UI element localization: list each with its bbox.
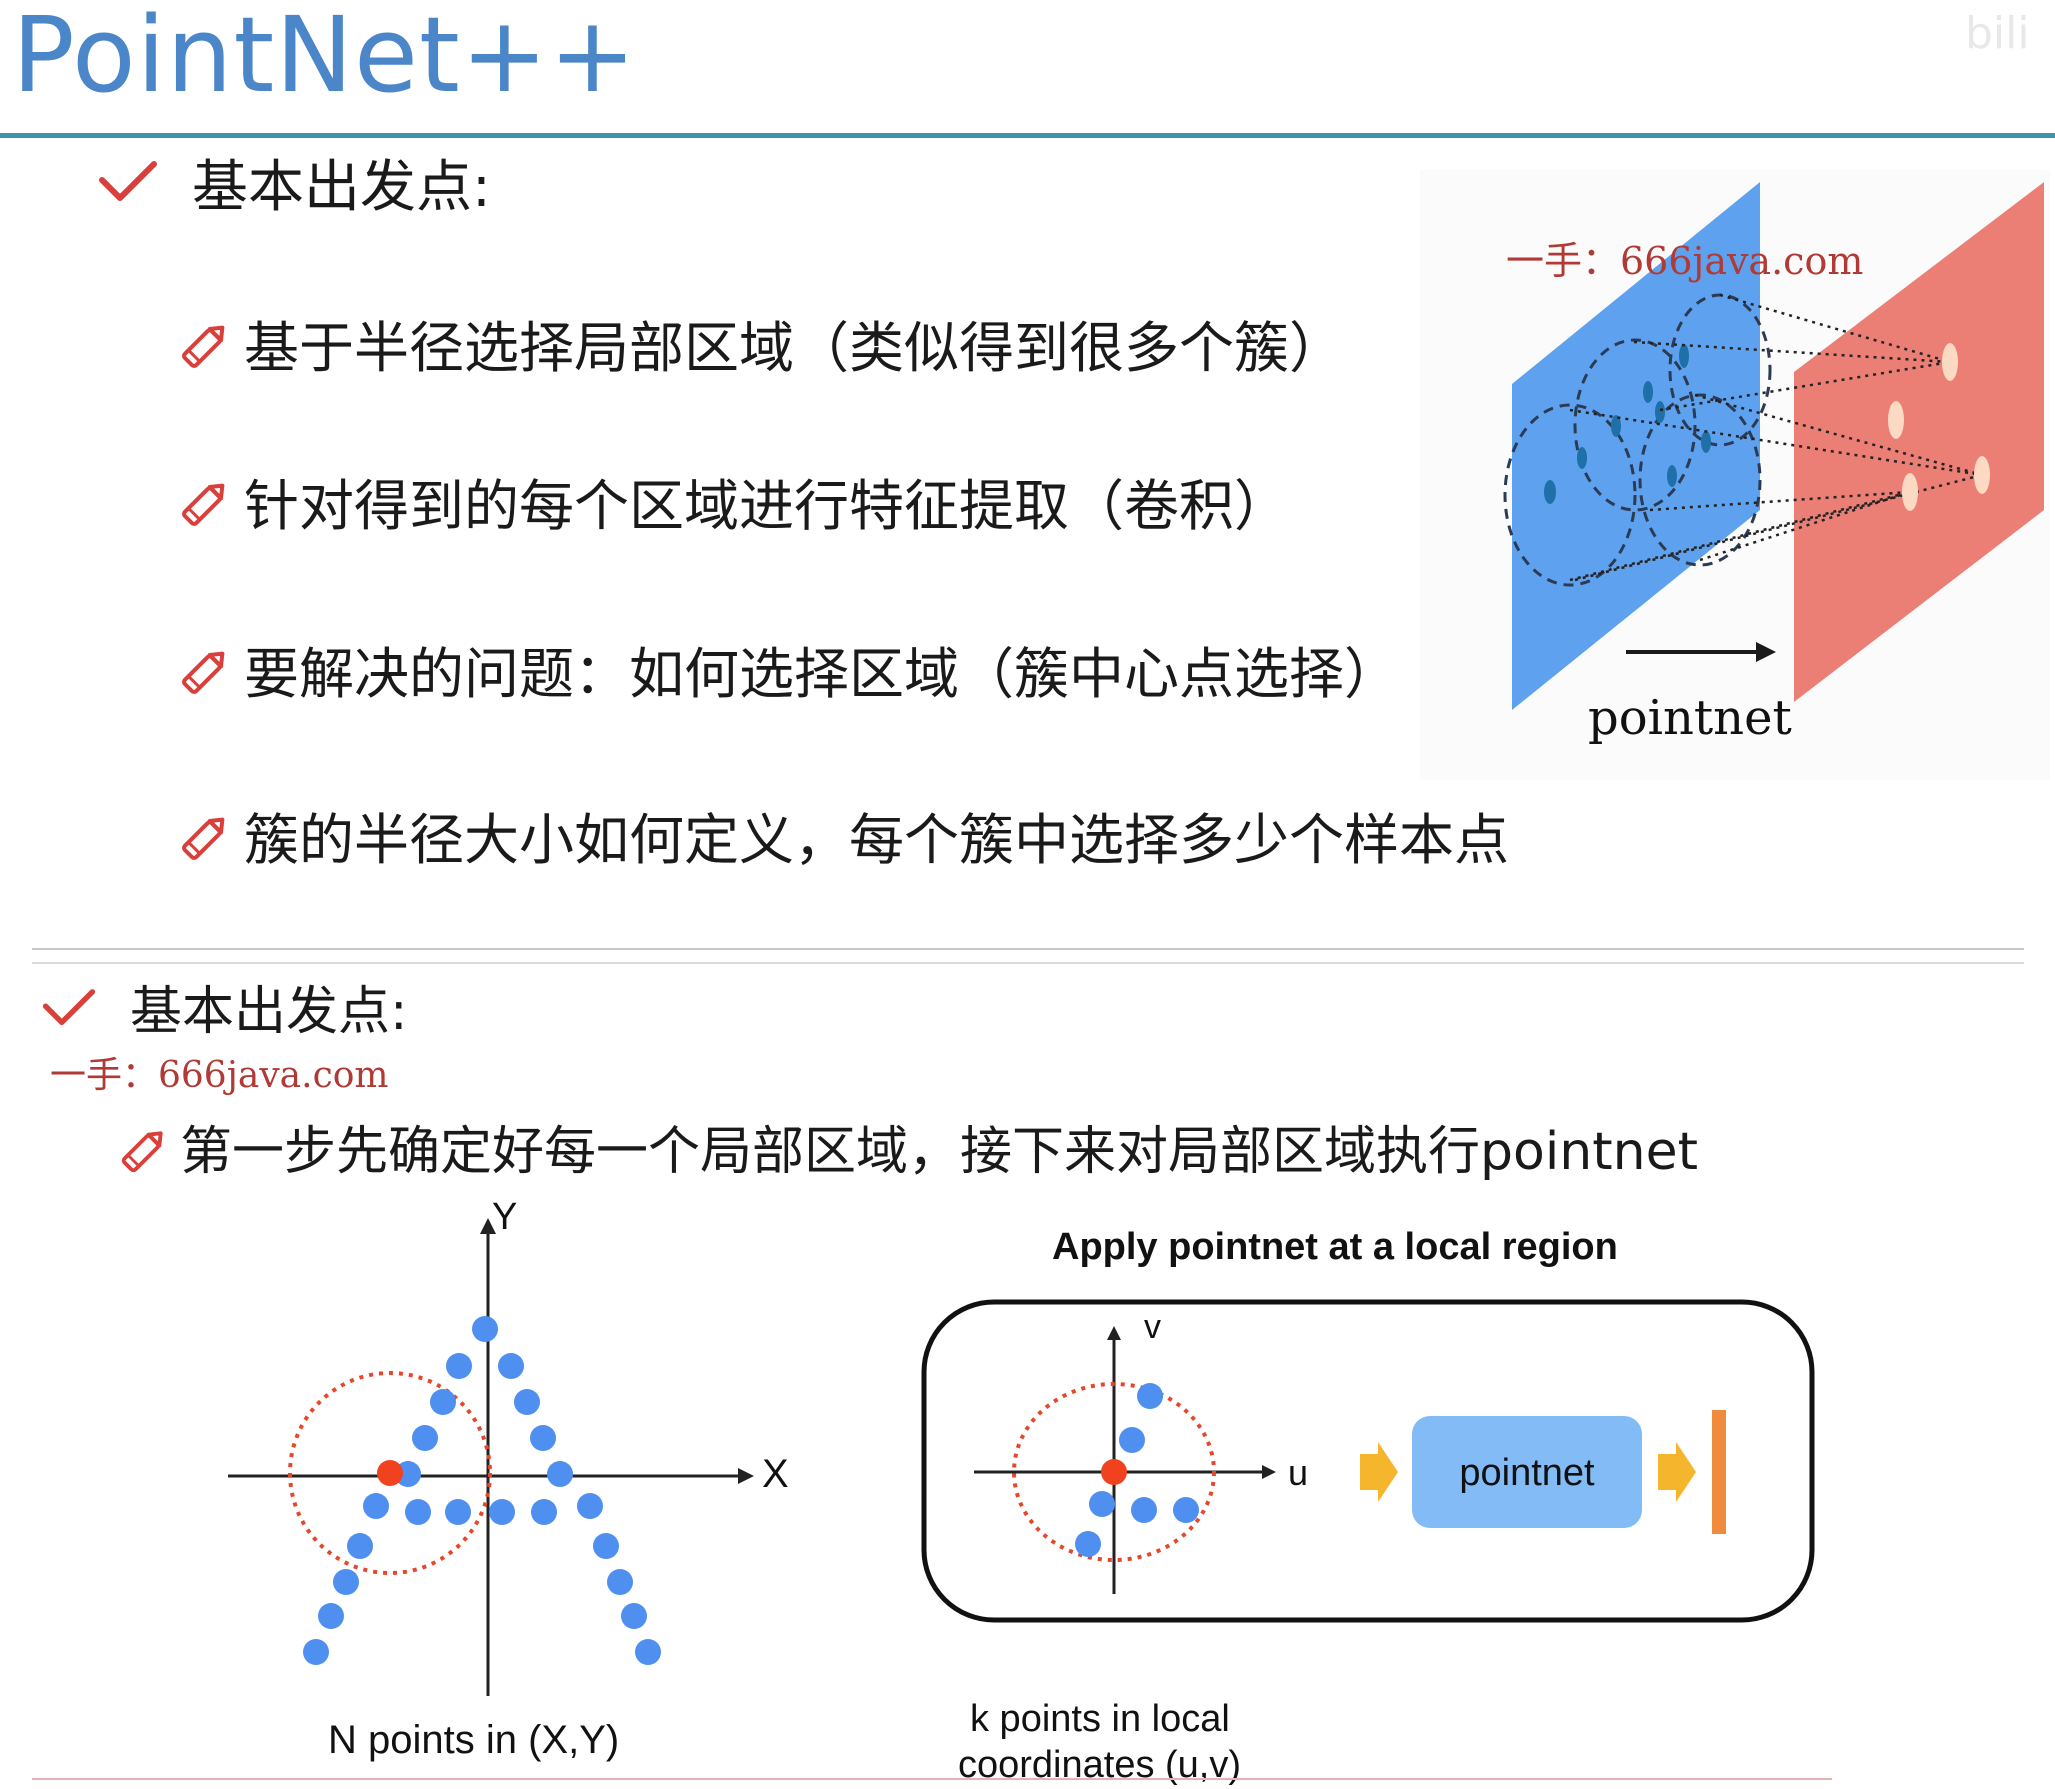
top-bullet-2: 针对得到的每个区域进行特征提取（卷积） xyxy=(244,474,1290,538)
bottom-bullet: 第一步先确定好每一个局部区域，接下来对局部区域执行pointnet xyxy=(180,1122,1698,1182)
check-icon xyxy=(42,986,96,1030)
pencil-icon xyxy=(176,644,232,700)
local-caption-line2: coordinates (u,v) xyxy=(958,1744,1242,1786)
v-axis-arrow-icon xyxy=(1107,1326,1121,1340)
slide-title: PointNet++ xyxy=(12,0,638,116)
check-icon xyxy=(98,158,158,206)
global-points-svg xyxy=(228,1218,754,1696)
pointnet-box-label: pointnet xyxy=(1459,1452,1595,1494)
local-caption-line1: k points in local xyxy=(970,1698,1230,1740)
section-divider xyxy=(32,948,2024,950)
pencil-icon xyxy=(116,1124,170,1178)
output-feature-bar xyxy=(1712,1410,1726,1534)
top-watermark: 一手：666java.com xyxy=(1506,239,1864,283)
y-axis-label: Y xyxy=(492,1196,518,1238)
pencil-icon xyxy=(176,810,232,866)
top-bullet-4: 簇的半径大小如何定义，每个簇中选择多少个样本点 xyxy=(244,808,1510,872)
planes-label: pointnet xyxy=(1588,690,1792,746)
u-axis-arrow-icon xyxy=(1262,1465,1276,1479)
input-arrow-icon xyxy=(1360,1442,1398,1502)
top-bullet-1: 基于半径选择局部区域（类似得到很多个簇） xyxy=(244,316,1345,380)
top-heading: 基本出发点: xyxy=(192,155,491,220)
top-bullet-3: 要解决的问题：如何选择区域（簇中心点选择） xyxy=(244,642,1400,706)
x-axis-label: X xyxy=(762,1452,789,1496)
v-axis-label: v xyxy=(1144,1308,1161,1346)
corner-logo: bili xyxy=(1965,8,2030,59)
global-points-figure: Y X N points in (X,Y) xyxy=(210,1196,810,1786)
x-axis-arrow-icon xyxy=(738,1468,754,1484)
bottom-rule xyxy=(32,1778,1832,1780)
local-points xyxy=(1075,1383,1199,1557)
pointnet-planes-figure: 一手：666java.com pointnet xyxy=(1420,170,2050,780)
local-region-svg xyxy=(921,1299,1815,1623)
u-axis-label: u xyxy=(1288,1452,1309,1493)
a-shape-points xyxy=(303,1316,661,1665)
pencil-icon xyxy=(176,318,232,374)
bottom-heading: 基本出发点: xyxy=(130,982,408,1042)
local-pointnet-figure: Apply pointnet at a local region v u poi… xyxy=(918,1226,1818,1789)
section-divider-2 xyxy=(32,962,2024,964)
pencil-icon xyxy=(176,476,232,532)
centroid-point xyxy=(377,1460,403,1486)
left-figure-caption: N points in (X,Y) xyxy=(328,1718,620,1762)
bottom-watermark: 一手：666java.com xyxy=(50,1055,389,1096)
local-figure-title: Apply pointnet at a local region xyxy=(1052,1226,1618,1268)
local-center-point xyxy=(1101,1459,1127,1485)
output-arrow-icon xyxy=(1658,1442,1696,1502)
title-divider xyxy=(0,133,2055,138)
